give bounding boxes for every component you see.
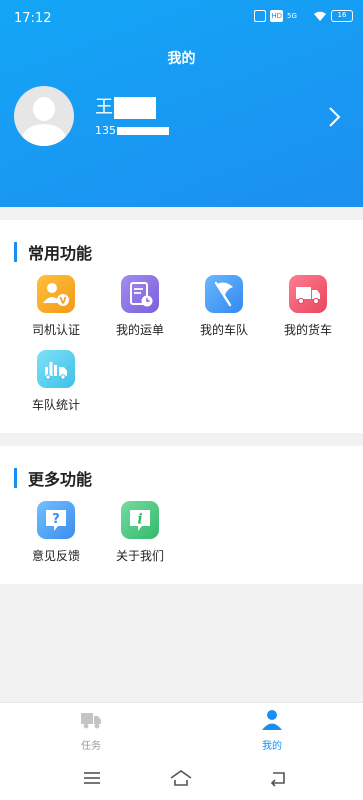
fleet-flag-icon [205, 275, 243, 313]
svg-text:?: ? [52, 512, 60, 527]
redaction-mask [117, 126, 169, 135]
bottom-tab-bar: 任务 我的 [0, 702, 363, 760]
tile-label: 关于我们 [115, 549, 164, 563]
my-truck-button[interactable]: 我的货车 [266, 275, 350, 338]
section-title: 更多功能 [28, 470, 93, 489]
avatar[interactable] [14, 86, 74, 146]
fleet-stats-icon [37, 350, 75, 388]
driver-certify-icon: V [37, 275, 75, 313]
hd-badge: HD [270, 10, 283, 22]
tile-label: 车队统计 [31, 398, 80, 412]
tab-task[interactable]: 任务 [51, 709, 131, 752]
back-icon[interactable] [266, 768, 290, 788]
status-time: 17:12 [14, 11, 52, 26]
vibrate-icon [254, 10, 267, 22]
page-title: 我的 [167, 51, 196, 67]
battery-icon: 16 [331, 10, 353, 22]
driver-certify-button[interactable]: V 司机认证 [14, 275, 98, 338]
section-header: 更多功能 [14, 466, 92, 490]
truck-icon [289, 275, 327, 313]
tab-mine[interactable]: 我的 [232, 709, 312, 752]
redaction-mask [114, 97, 156, 119]
tile-label: 我的运单 [115, 323, 164, 337]
my-waybill-button[interactable]: 我的运单 [98, 275, 182, 338]
tile-label: 司机认证 [31, 323, 80, 337]
tile-label: 我的货车 [283, 323, 332, 337]
truck-tab-icon [81, 713, 101, 729]
signal-icon: 5G [287, 12, 297, 20]
more-functions-card: 更多功能 ? 意见反馈 i 关于我们 [0, 446, 363, 584]
user-phone: 135 [95, 124, 169, 137]
section-accent-bar [14, 242, 17, 262]
about-info-icon: i [121, 501, 159, 539]
user-phone-text: 135 [95, 124, 116, 137]
status-icons: HD 5G 16 [254, 10, 353, 22]
home-icon[interactable] [169, 768, 193, 788]
system-nav-bar [0, 760, 363, 800]
tile-label: 我的车队 [199, 323, 248, 337]
user-name-text: 王 [95, 97, 113, 118]
chevron-right-icon[interactable] [325, 106, 343, 128]
menu-icon[interactable] [80, 768, 104, 788]
wifi-icon [313, 10, 327, 22]
user-name[interactable]: 王 [95, 97, 156, 119]
waybill-icon [121, 275, 159, 313]
svg-text:V: V [60, 297, 67, 307]
section-title: 常用功能 [28, 244, 93, 263]
about-us-button[interactable]: i 关于我们 [98, 501, 182, 564]
section-header: 常用功能 [14, 240, 92, 264]
section-accent-bar [14, 468, 17, 488]
status-bar: 17:12 HD 5G 16 [0, 0, 363, 36]
tab-label: 我的 [262, 741, 282, 752]
feedback-button[interactable]: ? 意见反馈 [14, 501, 98, 564]
profile-header: 17:12 HD 5G 16 我的 王 135 [0, 0, 363, 207]
my-fleet-button[interactable]: 我的车队 [182, 275, 266, 338]
common-functions-card: 常用功能 V 司机认证 我的运单 我的车队 我的货车 车队统计 [0, 220, 363, 433]
user-tab-icon [262, 710, 282, 730]
tile-label: 意见反馈 [31, 549, 80, 563]
svg-text:i: i [137, 512, 142, 528]
fleet-stats-button[interactable]: 车队统计 [14, 350, 98, 413]
feedback-question-icon: ? [37, 501, 75, 539]
tab-label: 任务 [81, 741, 101, 752]
